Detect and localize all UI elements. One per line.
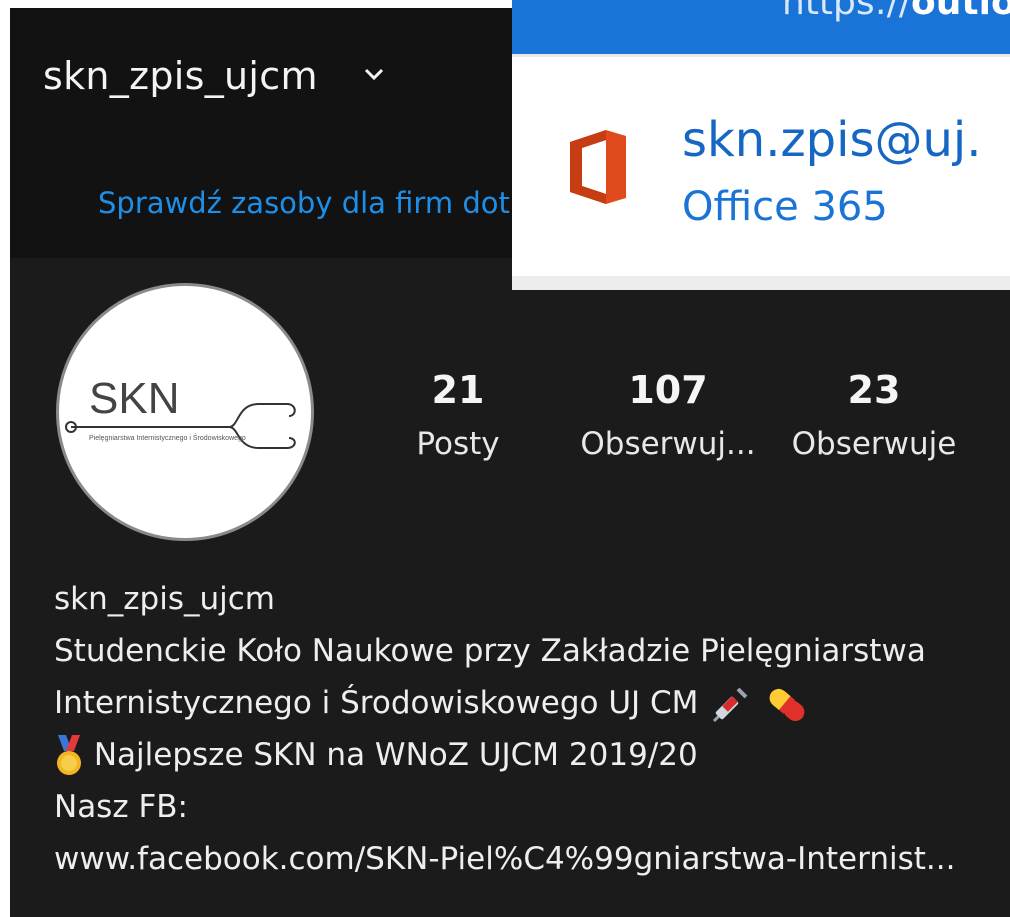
stat-posts-label: Posty [416,426,500,462]
stat-followers[interactable]: 107 Obserwuj... [570,368,766,462]
office-logo-icon [570,130,626,204]
bio-line-3-row: Najlepsze SKN na WNoZ UJCM 2019/20 [54,729,955,781]
avatar-logo-text: SKN [89,374,179,423]
bio-line-1: Studenckie Koło Naukowe przy Zakładzie P… [54,633,926,669]
card-bottom-edge [512,276,1010,290]
bio-line-4: Nasz FB: [54,789,189,825]
address-url: https://outlo [782,0,1010,23]
bio-name: skn_zpis_ujcm [54,581,275,617]
account-switcher-username[interactable]: skn_zpis_ujcm [43,54,318,98]
divider [512,54,1010,57]
browser-address-bar[interactable]: https://outlo [512,0,1010,54]
stat-posts-value: 21 [431,368,485,412]
url-host: outlo [911,0,1010,23]
url-prefix: https:// [782,0,912,23]
account-email[interactable]: skn.zpis@uj. [682,112,982,168]
bio-line-2: Internistycznego i Środowiskowego UJ CM [54,685,699,721]
bio-facebook-link[interactable]: www.facebook.com/SKN-Piel%C4%99gniarstwa… [54,833,955,885]
profile-bio: skn_zpis_ujcm Studenckie Koło Naukowe pr… [54,573,955,885]
chevron-down-icon[interactable] [363,66,385,82]
syringe-emoji-icon [713,687,748,722]
stat-followers-value: 107 [628,368,708,412]
outlook-account-card: https://outlo skn.zpis@uj. Office 365 [512,0,1010,290]
stat-following-value: 23 [847,368,901,412]
stat-posts[interactable]: 21 Posty [398,368,518,462]
profile-avatar[interactable]: SKN Pielęgniarstwa Internistycznego i Śr… [56,283,314,541]
account-product: Office 365 [682,184,888,230]
stat-followers-label: Obserwuj... [580,426,756,462]
business-resources-link[interactable]: Sprawdź zasoby dla firm dotk [98,186,527,220]
bio-line-3: Najlepsze SKN na WNoZ UJCM 2019/20 [93,737,698,773]
stat-following[interactable]: 23 Obserwuje [784,368,964,462]
skn-logo-image: SKN Pielęgniarstwa Internistycznego i Śr… [65,374,296,449]
stat-following-label: Obserwuje [791,426,957,462]
avatar-logo-subtext: Pielęgniarstwa Internistycznego i Środow… [89,433,246,442]
first-place-medal-icon [57,734,81,775]
bio-line-2-row: Internistycznego i Środowiskowego UJ CM [54,677,955,729]
pill-emoji-icon [769,688,805,721]
